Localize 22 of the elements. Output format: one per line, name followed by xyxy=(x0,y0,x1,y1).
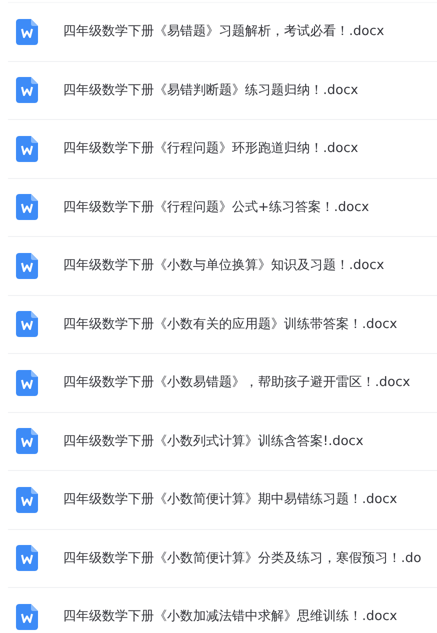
file-name[interactable]: 四年级数学下册《小数有关的应用题》训练带答案！.docx xyxy=(63,314,398,334)
file-name[interactable]: 四年级数学下册《小数与单位换算》知识及习题！.docx xyxy=(63,256,384,276)
file-name[interactable]: 四年级数学下册《小数简便计算》期中易错练习题！.docx xyxy=(63,490,398,510)
word-document-icon xyxy=(16,311,38,338)
file-name[interactable]: 四年级数学下册《易错判断题》练习题归纳！.docx xyxy=(63,80,358,100)
word-document-icon xyxy=(16,428,38,454)
file-name[interactable]: 四年级数学下册《小数简便计算》分类及练习，寒假预习！.do xyxy=(63,548,422,568)
file-name[interactable]: 四年级数学下册《行程问题》环形跑道归纳！.docx xyxy=(63,139,358,158)
word-document-icon xyxy=(16,18,38,45)
word-document-icon xyxy=(16,194,38,220)
word-document-icon xyxy=(16,136,38,162)
file-name[interactable]: 四年级数学下册《小数列式计算》训练含答案!.docx xyxy=(63,432,364,451)
word-document-icon xyxy=(16,604,38,630)
file-name[interactable]: 四年级数学下册《小数加减法错中求解》思维训练！.docx xyxy=(63,607,398,626)
word-document-icon xyxy=(16,252,38,279)
word-document-icon xyxy=(16,77,38,104)
file-name[interactable]: 四年级数学下册《小数易错题》，帮助孩子避开雷区！.docx xyxy=(63,373,410,392)
file-name[interactable]: 四年级数学下册《易错题》习题解析，考试必看！.docx xyxy=(63,22,384,42)
word-document-icon xyxy=(16,545,38,572)
word-document-icon xyxy=(16,486,38,513)
word-document-icon xyxy=(16,370,38,396)
file-name[interactable]: 四年级数学下册《行程问题》公式+练习答案！.docx xyxy=(63,198,370,217)
